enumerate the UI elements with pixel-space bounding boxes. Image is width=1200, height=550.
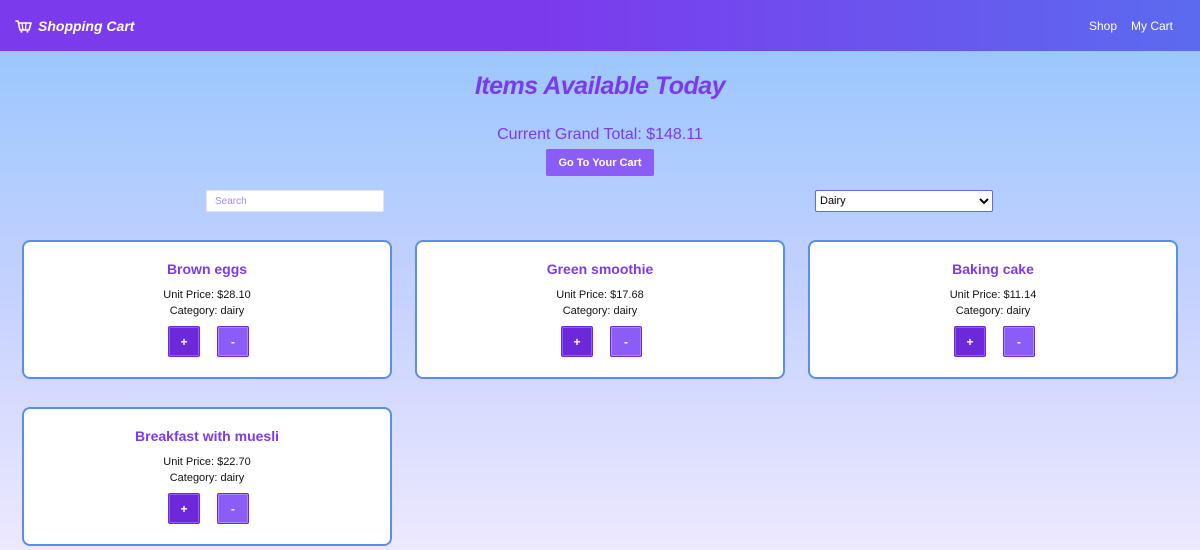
product-category: Category: dairy (169, 472, 245, 484)
grand-total: Current Grand Total: $148.11 (497, 126, 703, 143)
remove-item-button[interactable]: - (217, 493, 249, 524)
product-category: Category: dairy (169, 305, 245, 317)
category-select[interactable]: Dairy (815, 190, 993, 212)
add-item-button[interactable]: + (561, 326, 593, 357)
product-category: Category: dairy (955, 305, 1031, 317)
page-title: Items Available Today (474, 72, 726, 100)
nav-link-shop[interactable]: Shop (1089, 19, 1117, 33)
product-name: Green smoothie (546, 261, 654, 277)
product-price: Unit Price: $11.14 (949, 289, 1037, 301)
remove-item-button[interactable]: - (217, 326, 249, 357)
product-price: Unit Price: $17.68 (556, 289, 644, 301)
product-name: Breakfast with muesli (135, 428, 279, 444)
remove-item-button[interactable]: - (1003, 326, 1035, 357)
product-name: Baking cake (952, 261, 1034, 277)
remove-item-button[interactable]: - (610, 326, 642, 357)
nav-links: Shop My Cart (1075, 0, 1173, 51)
nav-link-my-cart[interactable]: My Cart (1131, 19, 1173, 33)
navbar: Shopping Cart Shop My Cart (0, 0, 1200, 51)
add-item-button[interactable]: + (168, 493, 200, 524)
product-name: Brown eggs (166, 261, 248, 277)
basket-icon (15, 19, 33, 33)
product-card: Brown eggs Unit Price: $28.10 Category: … (22, 240, 392, 379)
product-card: Green smoothie Unit Price: $17.68 Catego… (415, 240, 785, 379)
brand-link[interactable]: Shopping Cart (15, 18, 134, 34)
product-price: Unit Price: $22.70 (163, 456, 251, 468)
search-input[interactable] (206, 190, 384, 212)
add-item-button[interactable]: + (954, 326, 986, 357)
product-card: Baking cake Unit Price: $11.14 Category:… (808, 240, 1178, 379)
product-card: Breakfast with muesli Unit Price: $22.70… (22, 407, 392, 546)
brand-title: Shopping Cart (38, 17, 135, 34)
go-to-cart-button[interactable]: Go To Your Cart (546, 149, 654, 176)
product-category: Category: dairy (562, 305, 638, 317)
product-price: Unit Price: $28.10 (163, 289, 251, 301)
add-item-button[interactable]: + (168, 326, 200, 357)
